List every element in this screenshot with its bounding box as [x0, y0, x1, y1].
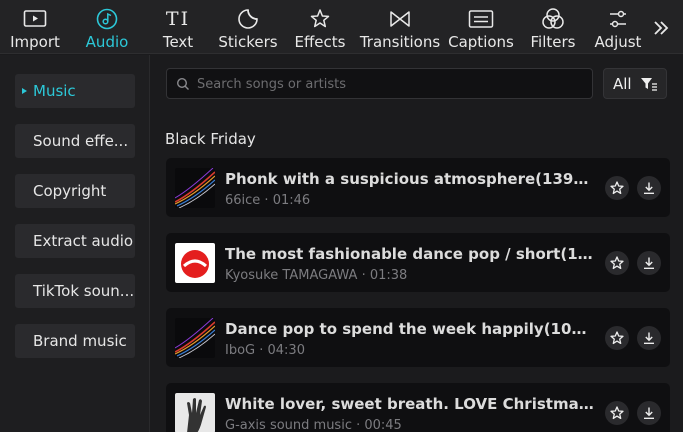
captions-icon	[468, 10, 494, 28]
track-title: White lover, sweet breath. LOVE Christma…	[225, 395, 595, 413]
filter-sort-icon	[640, 77, 657, 91]
red-circle-thumb	[175, 243, 215, 283]
chevron-double-right-icon	[654, 21, 669, 35]
track-title: Phonk with a suspicious atmosphere(13929…	[225, 170, 595, 188]
music-list-panel: All Black Friday Phonk with a suspicious…	[151, 55, 683, 432]
tab-transitions-label: Transitions	[359, 33, 441, 51]
adjust-icon	[610, 10, 626, 28]
effects-icon	[310, 9, 330, 28]
sidebar-item-label: Extract audio	[33, 232, 134, 250]
transitions-icon	[390, 11, 410, 27]
track-meta: G-axis sound music · 00:45	[225, 418, 402, 432]
download-icon	[644, 407, 654, 420]
hand-thumb	[175, 393, 215, 432]
sidebar-item-music[interactable]: Music	[15, 74, 135, 108]
sidebar-item-label: Copyright	[33, 182, 107, 200]
sidebar-item-label: TikTok soun...	[33, 282, 135, 300]
favorite-button[interactable]	[605, 401, 629, 425]
search-box[interactable]	[166, 68, 593, 99]
audio-category-sidebar: Music Sound effe... Copyright Extract au…	[0, 55, 150, 432]
track-card[interactable]: White lover, sweet breath. LOVE Christma…	[166, 383, 670, 432]
track-title: Dance pop to spend the week happily(1057…	[225, 320, 595, 338]
light-trails-thumb	[175, 168, 215, 208]
import-icon	[23, 10, 47, 27]
tab-transitions[interactable]: Transitions	[360, 0, 440, 54]
tab-captions-label: Captions	[448, 33, 514, 51]
sidebar-item-label: Brand music	[33, 332, 127, 350]
tab-captions[interactable]: Captions	[448, 0, 514, 54]
track-card[interactable]: Dance pop to spend the week happily(1057…	[166, 308, 670, 367]
sidebar-item-extract-audio[interactable]: Extract audio	[15, 224, 135, 258]
tab-effects-label: Effects	[294, 33, 346, 51]
star-icon	[610, 181, 624, 195]
tab-import-label: Import	[10, 33, 60, 51]
more-tabs-button[interactable]	[651, 18, 673, 40]
tab-text-label: Text	[162, 33, 194, 51]
sidebar-item-label: Music	[33, 82, 76, 100]
stickers-icon	[238, 9, 258, 29]
track-card[interactable]: Phonk with a suspicious atmosphere(13929…	[166, 158, 670, 217]
download-button[interactable]	[637, 326, 661, 350]
filters-icon	[542, 8, 564, 29]
tab-audio-label: Audio	[85, 33, 129, 51]
sidebar-item-copyright[interactable]: Copyright	[15, 174, 135, 208]
star-icon	[610, 256, 624, 270]
text-icon: TI	[165, 8, 191, 30]
sidebar-item-sound-effects[interactable]: Sound effe...	[15, 124, 135, 158]
tab-stickers-label: Stickers	[218, 33, 278, 51]
sidebar-item-label: Sound effe...	[33, 132, 129, 150]
track-meta: 66ice · 01:46	[225, 193, 311, 208]
filter-dropdown[interactable]: All	[603, 68, 667, 99]
search-input[interactable]	[197, 74, 587, 94]
tab-effects[interactable]: Effects	[294, 0, 346, 54]
track-card[interactable]: The most fashionable dance pop / short(1…	[166, 233, 670, 292]
favorite-button[interactable]	[605, 176, 629, 200]
tab-filters[interactable]: Filters	[530, 0, 576, 54]
search-icon	[176, 77, 189, 90]
audio-icon	[96, 8, 118, 30]
sidebar-item-brand-music[interactable]: Brand music	[15, 324, 135, 358]
download-button[interactable]	[637, 401, 661, 425]
tab-adjust[interactable]: Adjust	[592, 0, 644, 54]
tab-filters-label: Filters	[530, 33, 576, 51]
track-meta: IboG · 04:30	[225, 343, 305, 358]
tab-audio[interactable]: Audio	[82, 0, 132, 54]
track-meta: Kyosuke TAMAGAWA · 01:38	[225, 268, 408, 283]
sidebar-item-tiktok-sounds[interactable]: TikTok soun...	[15, 274, 135, 308]
download-icon	[644, 182, 654, 195]
section-title: Black Friday	[165, 130, 256, 148]
filter-label: All	[613, 74, 632, 93]
download-icon	[644, 332, 654, 345]
download-button[interactable]	[637, 251, 661, 275]
top-toolbar: Import Audio TI Text Stickers Effects Tr…	[0, 0, 683, 54]
tab-import[interactable]: Import	[8, 0, 62, 54]
download-button[interactable]	[637, 176, 661, 200]
active-bullet-icon	[22, 88, 27, 94]
star-icon	[610, 331, 624, 345]
tab-text[interactable]: TI Text	[158, 0, 198, 54]
star-icon	[610, 406, 624, 420]
tab-adjust-label: Adjust	[594, 33, 642, 51]
favorite-button[interactable]	[605, 326, 629, 350]
tab-stickers[interactable]: Stickers	[218, 0, 278, 54]
light-trails-thumb	[175, 318, 215, 358]
track-title: The most fashionable dance pop / short(1…	[225, 245, 595, 263]
favorite-button[interactable]	[605, 251, 629, 275]
download-icon	[644, 257, 654, 270]
